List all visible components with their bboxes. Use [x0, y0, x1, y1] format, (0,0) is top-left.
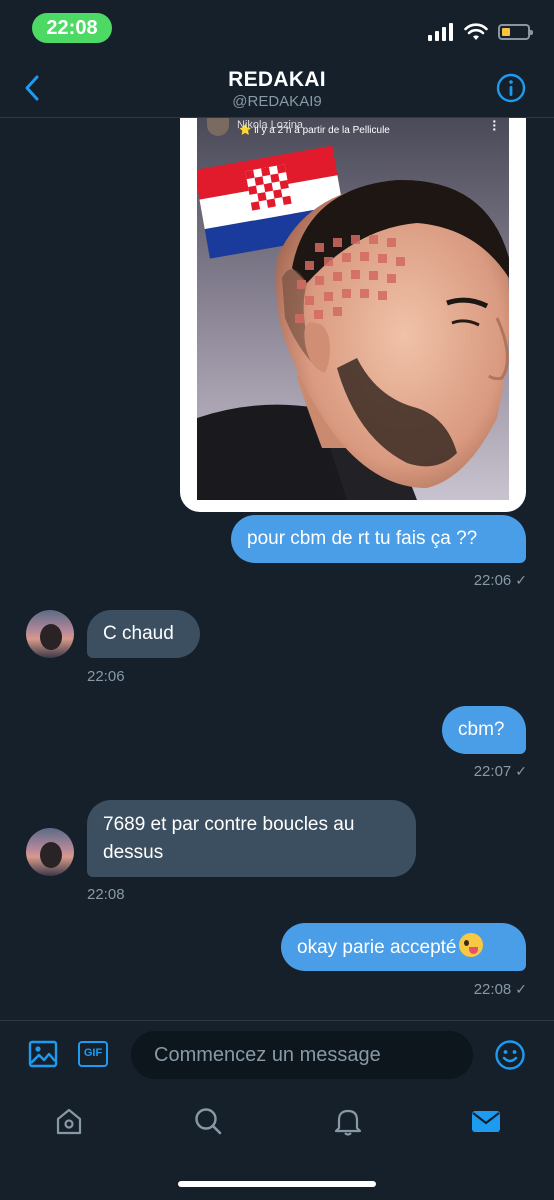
- message-bubble-outgoing[interactable]: pour cbm de rt tu fais ça ??: [231, 515, 526, 563]
- shared-photo[interactable]: Nikola Lozina ⭐ il y a 2 h à partir de l…: [197, 118, 509, 500]
- zany-face-emoji-icon: [458, 933, 483, 957]
- message-bubble-outgoing[interactable]: okay parie accepté: [281, 923, 526, 971]
- message-time: 22:06: [87, 668, 125, 685]
- sender-avatar[interactable]: [26, 610, 74, 658]
- story-timestamp: ⭐ il y a 2 h à partir de la Pellicule: [239, 125, 390, 136]
- message-meta: 22:07 ✓: [474, 763, 527, 780]
- message-input[interactable]: [131, 1031, 473, 1079]
- bell-icon[interactable]: [333, 1106, 363, 1136]
- sent-check-icon: ✓: [515, 572, 527, 588]
- search-icon[interactable]: [193, 1106, 223, 1136]
- status-time: 22:08: [32, 13, 112, 43]
- message-meta: 22:08 ✓: [474, 981, 527, 998]
- message-composer: GIF: [0, 1020, 554, 1090]
- emoji-icon[interactable]: [494, 1039, 526, 1071]
- sender-avatar[interactable]: [26, 828, 74, 876]
- message-bubble-incoming[interactable]: C chaud: [87, 610, 200, 658]
- home-indicator: [178, 1181, 376, 1187]
- info-icon[interactable]: [496, 73, 526, 103]
- shared-image-message[interactable]: Nikola Lozina ⭐ il y a 2 h à partir de l…: [180, 118, 526, 512]
- message-bubble-outgoing[interactable]: cbm?: [442, 706, 526, 754]
- status-icons: [428, 20, 533, 44]
- image-icon[interactable]: [28, 1039, 58, 1069]
- battery-icon: [498, 24, 533, 40]
- message-time: 22:08: [87, 886, 125, 903]
- home-icon[interactable]: [54, 1106, 84, 1136]
- conversation-title[interactable]: REDAKAI: [0, 68, 554, 92]
- status-bar: 22:08: [0, 0, 554, 56]
- message-text: 7689 et par contre boucles au dessus: [103, 814, 355, 863]
- conversation-header: REDAKAI @REDAKAI9: [0, 56, 554, 118]
- wifi-icon: [464, 23, 488, 40]
- gif-icon[interactable]: GIF: [78, 1041, 108, 1067]
- message-text: okay parie accepté: [297, 937, 457, 958]
- sent-check-icon: ✓: [515, 763, 527, 779]
- mail-icon[interactable]: [471, 1106, 501, 1136]
- message-text: C chaud: [103, 623, 174, 644]
- message-time: 22:07: [473, 763, 512, 780]
- signal-icon: [428, 23, 453, 41]
- sent-check-icon: ✓: [515, 981, 527, 997]
- message-bubble-incoming[interactable]: 7689 et par contre boucles au dessus: [87, 800, 416, 877]
- conversation-handle: @REDAKAI9: [232, 93, 322, 110]
- message-time: 22:06: [473, 572, 512, 589]
- message-text: pour cbm de rt tu fais ça ??: [247, 528, 478, 549]
- message-meta: 22:06 ✓: [474, 572, 527, 589]
- message-text: cbm?: [458, 719, 505, 740]
- message-time: 22:08: [473, 981, 512, 998]
- haircut-photo: [197, 118, 509, 500]
- more-vertical-icon: · · ·: [492, 118, 497, 137]
